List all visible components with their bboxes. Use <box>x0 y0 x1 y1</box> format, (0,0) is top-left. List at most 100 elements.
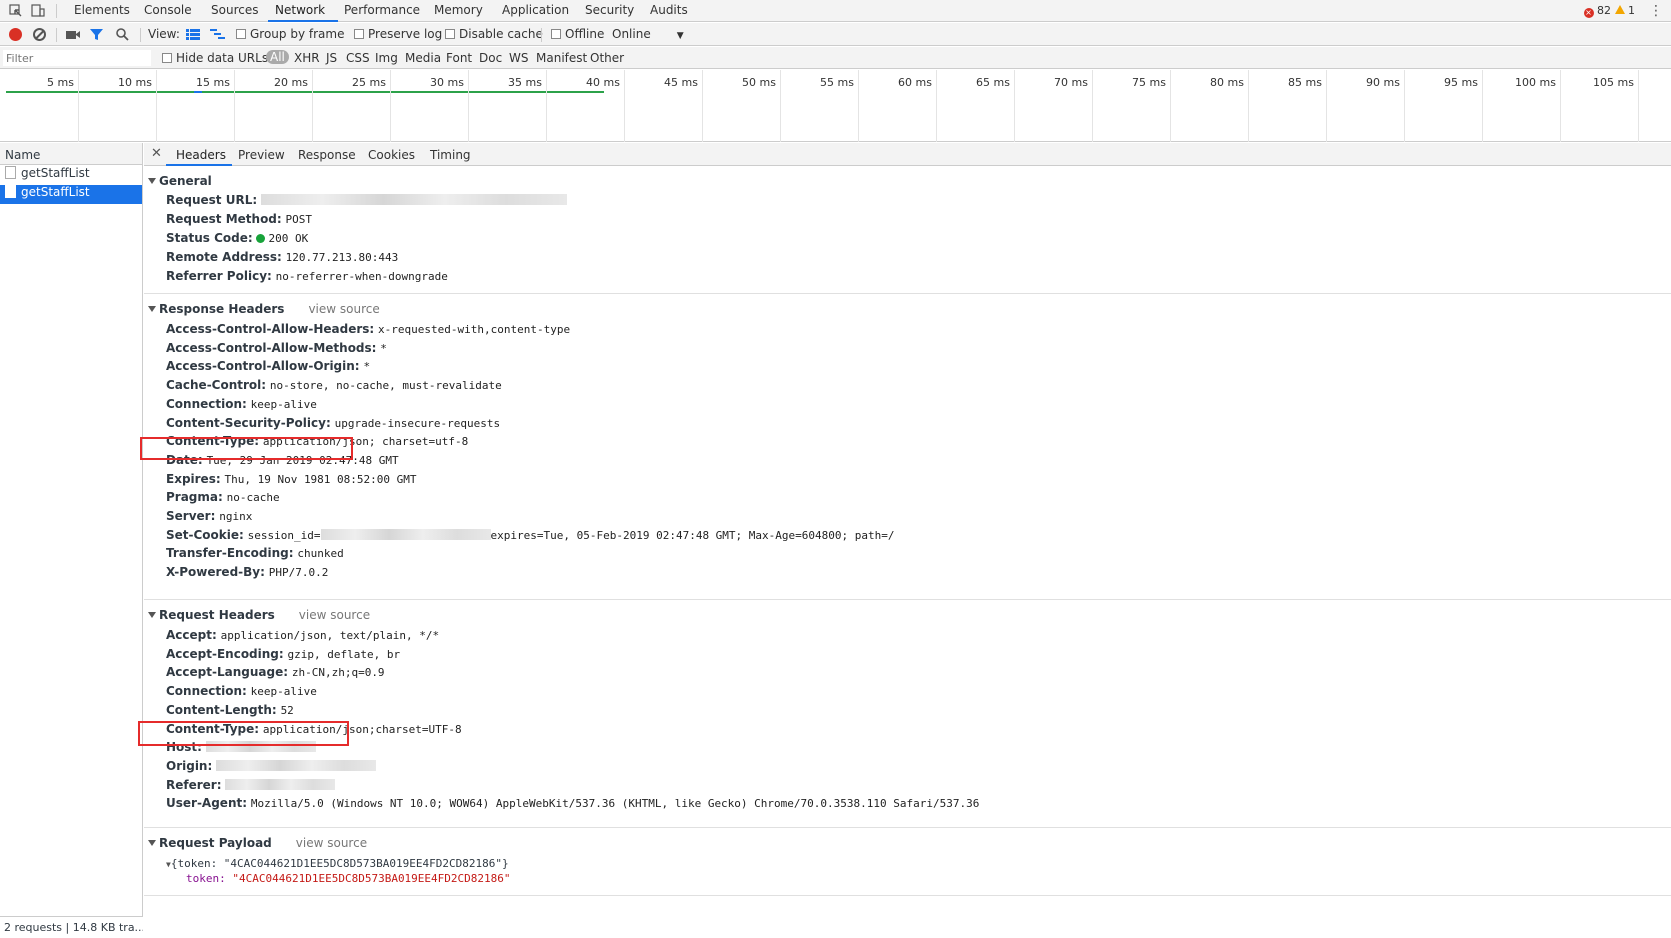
warning-count: 1 <box>1628 4 1635 17</box>
filter-type-all[interactable]: All <box>266 50 289 64</box>
timeline-tick-label: 45 ms <box>664 76 698 89</box>
expand-triangle-icon <box>148 612 156 618</box>
timeline-tick-label: 85 ms <box>1288 76 1322 89</box>
waterfall-overview-icon[interactable] <box>210 28 225 41</box>
tab-headers[interactable]: Headers <box>176 148 226 162</box>
header-row: Pragma: no-cache <box>166 490 280 504</box>
header-value: nginx <box>219 510 253 523</box>
timeline-gridline <box>468 70 469 142</box>
header-row: Remote Address: 120.77.213.80:443 <box>166 250 398 264</box>
more-options-icon[interactable]: ⋮ <box>1649 3 1663 19</box>
filter-type-js[interactable]: JS <box>326 51 337 65</box>
timeline-tick-label: 65 ms <box>976 76 1010 89</box>
header-value: gzip, deflate, br <box>287 647 401 661</box>
header-row: X-Powered-By: PHP/7.0.2 <box>166 565 328 579</box>
header-row: Access-Control-Allow-Headers: x-requeste… <box>166 322 570 336</box>
filter-input[interactable] <box>3 50 151 66</box>
record-icon[interactable] <box>9 28 22 41</box>
device-toolbar-icon[interactable] <box>31 4 45 17</box>
inspect-element-icon[interactable] <box>9 4 23 17</box>
tab-timing[interactable]: Timing <box>430 148 471 162</box>
throttling-select[interactable]: Online ▼ <box>612 27 684 41</box>
expand-triangle-icon <box>148 306 156 312</box>
hide-data-urls-checkbox[interactable]: Hide data URLs <box>162 51 268 65</box>
header-key: Accept: <box>166 628 217 642</box>
throttling-value: Online <box>612 27 651 41</box>
tab-security[interactable]: Security <box>585 3 634 17</box>
header-value: no-cache <box>226 491 280 505</box>
clear-icon[interactable] <box>33 28 46 41</box>
filter-type-other[interactable]: Other <box>590 51 624 65</box>
offline-checkbox[interactable]: Offline <box>551 27 604 41</box>
preserve-log-checkbox[interactable]: Preserve log <box>354 27 442 41</box>
close-icon[interactable]: ✕ <box>151 146 162 161</box>
filter-type-doc[interactable]: Doc <box>479 51 502 65</box>
tab-preview[interactable]: Preview <box>238 148 285 162</box>
screenshot-camera-icon[interactable] <box>66 29 80 40</box>
tab-performance[interactable]: Performance <box>344 3 420 17</box>
document-icon <box>5 185 16 198</box>
header-row: Origin: <box>166 759 377 773</box>
timeline-gridline <box>1560 70 1561 142</box>
timeline-gridline <box>1248 70 1249 142</box>
disable-cache-checkbox[interactable]: Disable cache <box>445 27 543 41</box>
group-by-frame-label: Group by frame <box>250 27 345 41</box>
filter-type-media[interactable]: Media <box>405 51 441 65</box>
tab-response[interactable]: Response <box>298 148 356 162</box>
group-by-frame-checkbox[interactable]: Group by frame <box>236 27 344 41</box>
tab-cookies[interactable]: Cookies <box>368 148 415 162</box>
tab-application[interactable]: Application <box>502 3 569 17</box>
timeline-gridline <box>1092 70 1093 142</box>
request-payload-toggle[interactable]: Request Payload view source <box>148 836 367 850</box>
filter-icon[interactable] <box>90 28 103 41</box>
header-key: Accept-Language: <box>166 665 289 680</box>
request-details: ✕ Headers Preview Response Cookies Timin… <box>138 143 1671 938</box>
tab-console[interactable]: Console <box>144 3 192 17</box>
status-success-icon <box>256 234 266 243</box>
filter-type-css[interactable]: CSS <box>346 51 370 65</box>
view-source-link[interactable]: view source <box>308 302 379 316</box>
tab-network[interactable]: Network <box>275 3 325 17</box>
issue-counts[interactable]: × 82 1 <box>1583 4 1635 18</box>
header-value: chunked <box>297 547 344 561</box>
header-value: zh-CN,zh;q=0.9 <box>291 666 385 680</box>
filter-type-manifest[interactable]: Manifest <box>536 51 587 65</box>
timeline-gridline <box>546 70 547 142</box>
view-source-link[interactable]: view source <box>296 836 367 850</box>
request-list: Name getStaffList getStaffList 2 request… <box>0 143 143 938</box>
header-value: Thu, 19 Nov 1981 08:52:00 GMT <box>224 472 417 486</box>
large-rows-icon[interactable] <box>186 29 200 40</box>
timeline-gridline <box>312 70 313 142</box>
checkbox-icon <box>162 53 172 63</box>
request-row[interactable]: getStaffList <box>0 166 142 185</box>
search-icon[interactable] <box>116 28 129 41</box>
timeline-overview[interactable]: 5 ms 10 ms 15 ms 20 ms 25 ms 30 ms 35 ms 40 ms 4… <box>0 70 1671 142</box>
tab-elements[interactable]: Elements <box>74 3 130 17</box>
name-column-header[interactable]: Name <box>0 143 142 165</box>
timeline-request-bar <box>194 91 202 93</box>
header-key: Request URL: <box>166 193 258 207</box>
tab-audits[interactable]: Audits <box>650 3 688 17</box>
tab-sources[interactable]: Sources <box>211 3 258 17</box>
general-section-toggle[interactable]: General <box>148 174 212 188</box>
timeline-gridline <box>390 70 391 142</box>
filter-type-img[interactable]: Img <box>375 51 398 65</box>
tab-memory[interactable]: Memory <box>434 3 483 17</box>
request-payload-section: Request Payload view source ▼{token: "4CA… <box>144 829 1671 896</box>
filter-type-ws[interactable]: WS <box>509 51 528 65</box>
timeline-tick-label: 70 ms <box>1054 76 1088 89</box>
header-row: Transfer-Encoding: chunked <box>166 546 344 560</box>
timeline-tick-label: 80 ms <box>1210 76 1244 89</box>
filter-type-font[interactable]: Font <box>446 51 472 65</box>
request-row-selected[interactable]: getStaffList <box>0 185 142 204</box>
filter-type-xhr[interactable]: XHR <box>294 51 320 65</box>
timeline-tick-label: 40 ms <box>586 76 620 89</box>
request-headers-toggle[interactable]: Request Headers view source <box>148 608 370 622</box>
response-headers-toggle[interactable]: Response Headers view source <box>148 302 380 316</box>
redacted-value <box>225 778 336 790</box>
view-source-link[interactable]: view source <box>299 608 370 622</box>
timeline-gridline <box>156 70 157 142</box>
header-key: User-Agent: <box>166 796 248 811</box>
timeline-gridline <box>780 70 781 142</box>
payload-summary[interactable]: ▼{token: "4CAC044621D1EE5DC8D573BA019EE4… <box>166 857 509 870</box>
